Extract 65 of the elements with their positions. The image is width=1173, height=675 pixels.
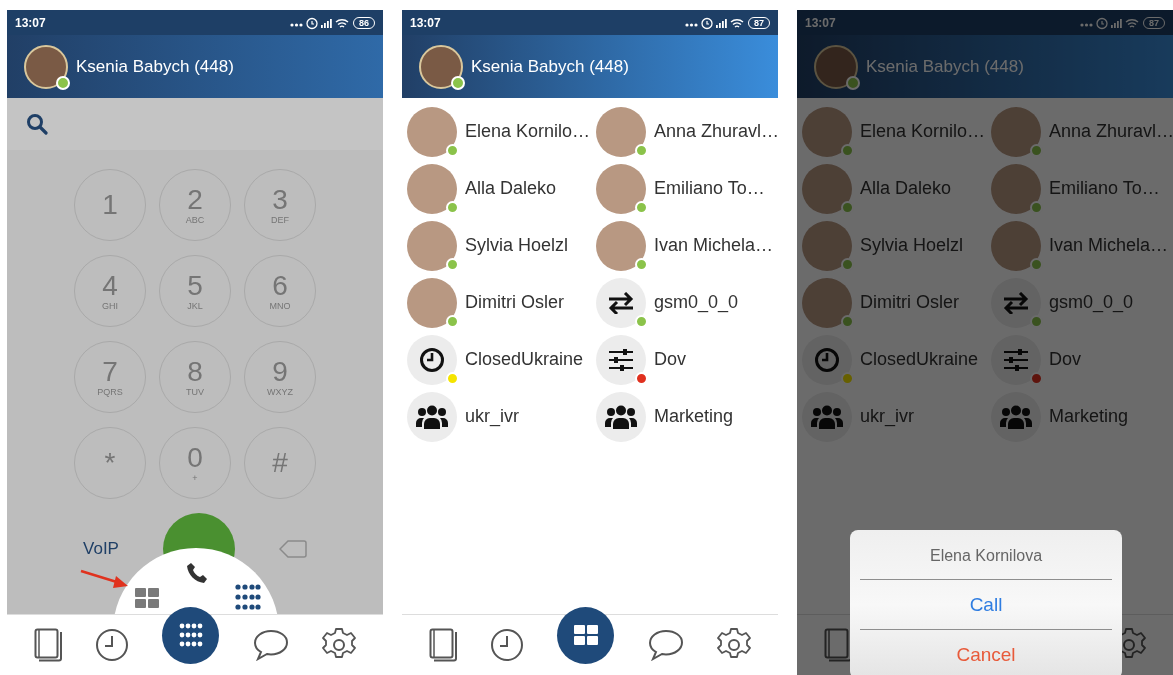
photo-placeholder[interactable] <box>596 220 646 271</box>
contact-name[interactable]: Dov <box>1049 349 1081 370</box>
grid-icon[interactable] <box>135 588 159 608</box>
contact-name[interactable]: Emiliano To… <box>654 178 765 199</box>
keypad-icon <box>178 623 203 647</box>
contact-name[interactable]: ClosedUkraine <box>465 349 584 370</box>
contact-name[interactable]: Elena Kornilo… <box>860 121 986 142</box>
contact-name[interactable]: Sylvia Hoelzl <box>860 235 964 256</box>
pointer-arrow <box>80 568 130 590</box>
clock-icon[interactable] <box>419 346 445 373</box>
phone-icon[interactable] <box>185 561 209 585</box>
search-icon[interactable] <box>26 113 48 135</box>
grid-icon <box>573 625 598 645</box>
contact-name[interactable]: Dov <box>654 349 686 370</box>
photo-placeholder[interactable] <box>407 220 457 271</box>
contact-name[interactable]: Emiliano To… <box>1049 178 1160 199</box>
book-icon[interactable] <box>428 628 457 662</box>
user-name: Ksenia Babych (448) <box>471 56 629 77</box>
swap-arrows-icon[interactable] <box>607 291 635 314</box>
photo-placeholder[interactable] <box>407 163 457 214</box>
contact-name[interactable]: ukr_ivr <box>465 406 519 427</box>
contact-name[interactable]: Marketing <box>654 406 734 427</box>
contact-name[interactable]: Anna Zhuravl… <box>1049 121 1173 142</box>
contact-name[interactable]: Dimitri Osler <box>465 292 564 313</box>
contact-name[interactable]: gsm0_0_0 <box>654 292 739 313</box>
sliders-icon[interactable] <box>608 347 634 372</box>
contact-name[interactable]: Sylvia Hoelzl <box>465 235 569 256</box>
book-icon[interactable] <box>33 628 62 662</box>
contact-name[interactable]: ukr_ivr <box>860 406 914 427</box>
status-time: 13:07 <box>805 15 836 30</box>
book-icon[interactable] <box>823 628 852 662</box>
avatar-placeholder[interactable] <box>419 44 463 89</box>
status-time: 13:07 <box>410 15 441 30</box>
contact-name[interactable]: Ivan Michela… <box>654 235 774 256</box>
call-button[interactable]: Call <box>860 580 1112 630</box>
contact-name[interactable]: Elena Kornilo… <box>465 121 591 142</box>
contact-name[interactable]: gsm0_0_0 <box>1049 292 1134 313</box>
photo-placeholder[interactable] <box>407 277 457 328</box>
group-icon[interactable] <box>416 404 448 429</box>
status-icons <box>1079 15 1139 30</box>
photo-placeholder[interactable] <box>596 106 646 157</box>
group-icon[interactable] <box>605 404 637 429</box>
photo-placeholder[interactable] <box>407 106 457 157</box>
contact-name[interactable]: Ivan Michela… <box>1049 235 1169 256</box>
status-time: 13:07 <box>15 15 46 30</box>
status-icons <box>684 15 744 30</box>
user-name: Ksenia Babych (448) <box>76 56 234 77</box>
avatar-placeholder[interactable] <box>24 44 68 89</box>
sliders-icon[interactable] <box>1003 347 1029 372</box>
contact-name[interactable]: Alla Daleko <box>465 178 557 199</box>
status-icons <box>289 15 349 30</box>
cancel-button[interactable]: Cancel <box>860 630 1112 675</box>
contact-name[interactable]: Alla Daleko <box>860 178 952 199</box>
contact-name[interactable]: ClosedUkraine <box>860 349 979 370</box>
contact-name[interactable]: Dimitri Osler <box>860 292 959 313</box>
contact-name[interactable]: Anna Zhuravl… <box>654 121 778 142</box>
user-name: Ksenia Babych (448) <box>866 56 1024 77</box>
clock-icon[interactable] <box>95 628 130 662</box>
clock-icon[interactable] <box>490 628 525 662</box>
dialog-title: Elena Kornilova <box>860 530 1112 580</box>
chat-bubble-icon[interactable] <box>252 629 289 661</box>
chat-bubble-icon[interactable] <box>647 629 684 661</box>
photo-placeholder[interactable] <box>596 163 646 214</box>
keypad-icon[interactable] <box>235 584 261 610</box>
contact-name[interactable]: Marketing <box>1049 406 1129 427</box>
